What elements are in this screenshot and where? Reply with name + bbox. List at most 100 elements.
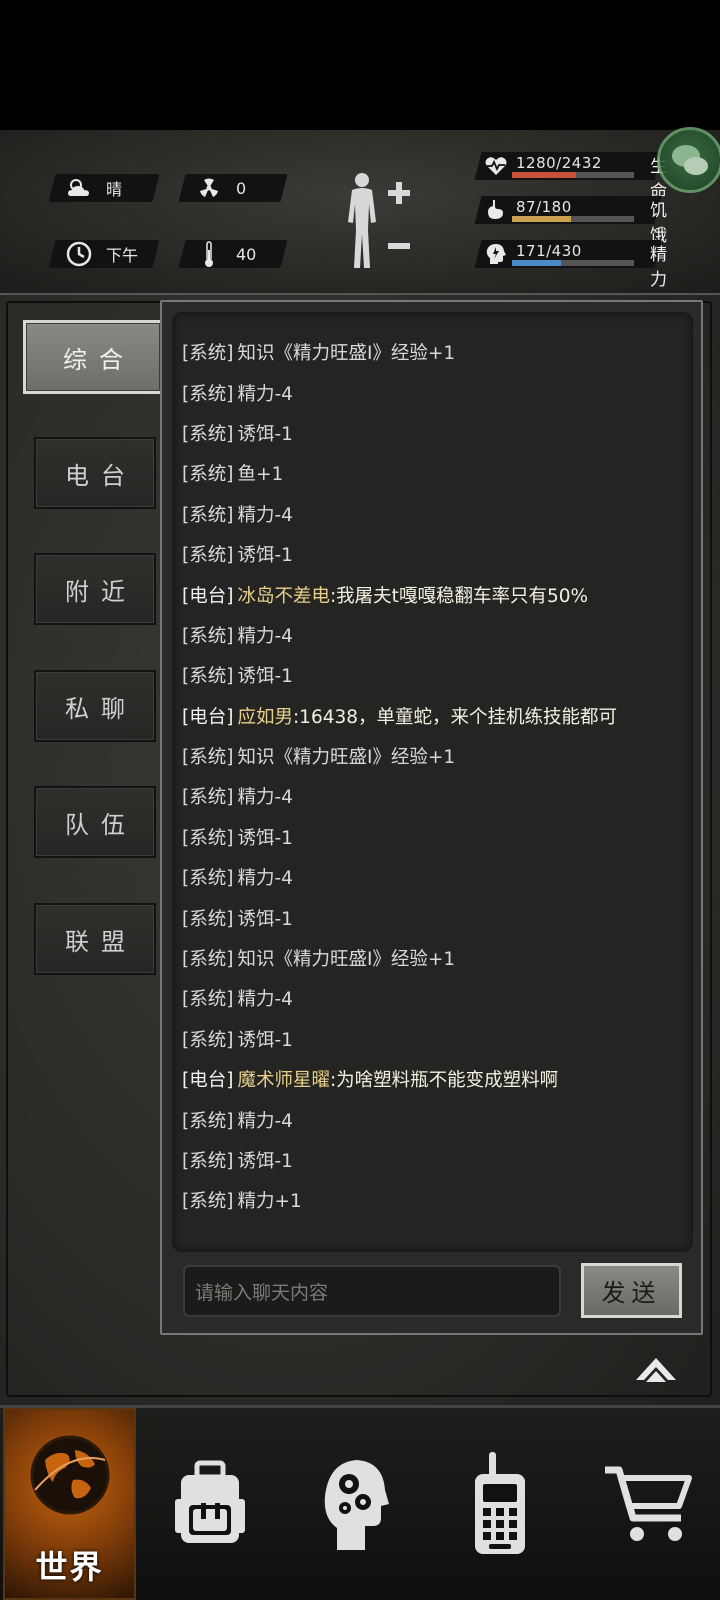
chat-channel-tag: [电台] [182,706,234,728]
status-header: 晴 0 下午 40 1280/2432 命 87/180 饥饿 171/430 … [0,130,720,295]
clock-icon [66,241,92,267]
chat-message-radio: [电台] 冰岛不差电:我屠夫t嘎嘎稳翻车率只有50% [182,574,617,614]
chat-log[interactable]: [系统] 知识《精力旺盛Ⅰ》经验+1 [系统] 精力-4 [系统] 诱饵-1 [系统] 鱼+1… [172,312,693,1252]
chat-bubble-icon [672,145,708,175]
nav-shop-button[interactable] [575,1408,720,1600]
top-black-bar [0,0,720,130]
chat-input[interactable]: 请输入聊天内容 [183,1265,561,1317]
chat-message-system: [系统] 精力-4 [182,978,617,1018]
chat-message-system: [系统] 精力-4 [182,857,617,897]
send-button[interactable]: 发送 [581,1263,682,1318]
chat-channel-tag: [系统] [182,747,234,769]
chat-channel-tag: [系统] [182,666,234,688]
chat-message-text: 精力-4 [237,504,293,526]
bottom-nav: 世界 [0,1405,720,1600]
body-status-button[interactable] [340,170,420,275]
chat-message-text: 知识《精力旺盛Ⅰ》经验+1 [237,747,456,769]
energy-value: 171/430 [516,242,582,260]
human-body-icon [348,173,410,268]
chat-message-text: :我屠夫t嘎嘎稳翻车率只有50% [329,585,589,607]
chat-message-list: [系统] 知识《精力旺盛Ⅰ》经验+1 [系统] 精力-4 [系统] 诱饵-1 [系统] 鱼+1… [182,332,617,1221]
chat-channel-tag: [系统] [182,949,234,971]
nav-backpack-button[interactable] [140,1408,280,1600]
chat-message-text: 精力-4 [237,989,293,1011]
chat-message-radio: [电台] 魔术师星曜:为啥塑料瓶不能变成塑料啊 [182,1059,617,1099]
chat-message-text: :为啥塑料瓶不能变成塑料啊 [329,1070,559,1092]
chat-channel-tag: [系统] [182,1029,234,1051]
tab-radio[interactable]: 电台 [34,437,156,509]
tab-alliance[interactable]: 联盟 [34,903,156,975]
tab-general[interactable]: 综合 [23,320,163,394]
energy-bar [512,260,634,266]
hunger-bar [512,216,634,222]
chat-message-text: 知识《精力旺盛Ⅰ》经验+1 [237,343,456,365]
nav-skills-button[interactable] [285,1408,425,1600]
chat-message-system: [系统] 诱饵-1 [182,1019,617,1059]
chat-message-text: 精力-4 [237,383,293,405]
chat-message-text: 诱饵-1 [237,827,293,849]
chat-message-text: 诱饵-1 [237,545,293,567]
chat-message-text: 诱饵-1 [237,908,293,930]
chat-channel-tag: [系统] [182,1110,234,1132]
chat-channel-tag: [系统] [182,868,234,890]
chat-channel-tag: [系统] [182,827,234,849]
chat-channel-tag: [系统] [182,504,234,526]
collapse-chevron-icon[interactable] [632,1352,680,1384]
chat-channel-tag: [系统] [182,383,234,405]
nav-radio-button[interactable] [430,1408,570,1600]
tab-team[interactable]: 队伍 [34,786,156,858]
chat-message-text: 精力+1 [237,1191,302,1213]
chat-message-text: 诱饵-1 [237,666,293,688]
chat-channel-tag: [系统] [182,1191,234,1213]
chat-message-text: 诱饵-1 [237,1151,293,1172]
walkie-talkie-icon [475,1452,525,1554]
chat-panel: [系统] 知识《精力旺盛Ⅰ》经验+1 [系统] 精力-4 [系统] 诱饵-1 [系统] 鱼+1… [160,300,703,1335]
nav-world-button[interactable]: 世界 [3,1408,136,1600]
heart-pulse-icon [484,154,508,178]
hunger-value: 87/180 [516,198,572,216]
chat-message-system: [系统] 精力+1 [182,1180,617,1220]
chat-sender-name[interactable]: 冰岛不差电 [237,582,330,608]
chat-message-text: :16438，单童蛇，来个挂机练技能都可 [292,706,618,728]
tab-nearby[interactable]: 附近 [34,553,156,625]
stomach-icon [484,198,508,222]
weather-pill: 晴 [48,174,160,202]
radiation-pill: 0 [178,174,288,202]
chat-channel-tag: [电台] [182,585,234,607]
floating-assistant-button[interactable] [657,127,720,193]
chat-channel-tag: [电台] [182,1070,234,1092]
chat-channel-tag: [系统] [182,908,234,930]
nav-world-label: 世界 [35,1548,104,1586]
temperature-value: 40 [236,244,257,264]
chat-message-system: [系统] 精力-4 [182,615,617,655]
chat-sender-name[interactable]: 魔术师星曜 [237,1066,330,1092]
chat-message-system: [系统] 知识《精力旺盛Ⅰ》经验+1 [182,938,617,978]
chat-message-text: 鱼+1 [237,464,284,486]
weather-label: 晴 [106,180,123,199]
chat-message-system: [系统] 鱼+1 [182,453,617,493]
chat-channel-tag: [系统] [182,787,234,809]
chat-message-system: [系统] 精力-4 [182,1099,617,1139]
chat-channel-tag: [系统] [182,423,234,445]
health-bar [512,172,634,178]
chat-message-system: [系统] 精力-4 [182,776,617,816]
chat-message-text: 诱饵-1 [237,1029,293,1051]
hunger-label: 饥饿 [650,201,667,246]
chat-message-text: 精力-4 [237,868,293,890]
chat-message-text: 知识《精力旺盛Ⅰ》经验+1 [237,949,456,971]
temperature-pill: 40 [178,240,288,268]
chat-channel-tag: [系统] [182,464,234,486]
chat-message-system: [系统] 精力-4 [182,372,617,412]
chat-sender-name[interactable]: 应如男 [237,703,293,729]
head-gears-icon [324,1460,389,1550]
tab-private[interactable]: 私聊 [34,670,156,742]
chat-channel-tag: [系统] [182,1151,234,1172]
time-pill: 下午 [48,240,160,268]
globe-icon [30,1435,110,1515]
chat-message-radio: [电台] 应如男:16438，单童蛇，来个挂机练技能都可 [182,696,617,736]
head-lightning-icon [484,242,508,266]
chat-message-text: 精力-4 [237,787,293,809]
radiation-value: 0 [236,178,247,198]
chat-message-system: [系统] 诱饵-1 [182,897,617,937]
chat-message-system: [系统] 精力-4 [182,494,617,534]
